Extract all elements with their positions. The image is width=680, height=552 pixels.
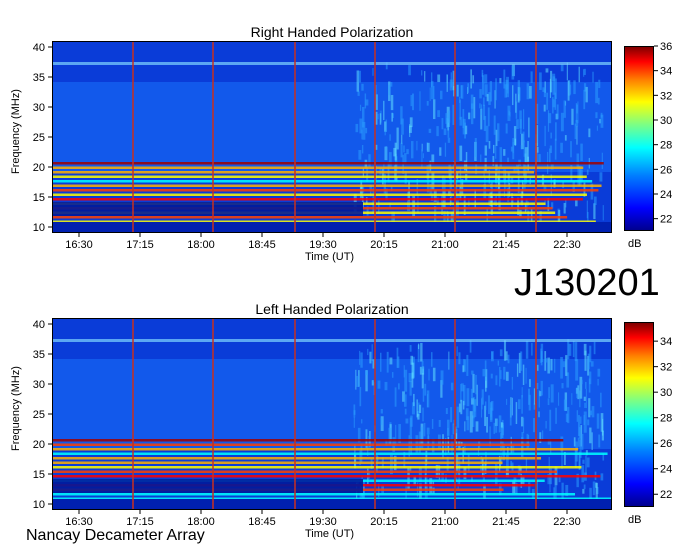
x-tick-label: 21:00 (431, 516, 459, 528)
xlabel-left: Time (UT) (305, 528, 355, 540)
y-tick-label: 20 (33, 439, 45, 451)
colorbar-tick-label: 32 (660, 362, 672, 374)
instrument-name: Nancay Decameter Array (26, 527, 205, 544)
colorbar-left (624, 322, 654, 507)
axes-left: 1015202530354016:30 17:15 18:00 18:45 19:30 2… (33, 319, 673, 528)
x-tick-label: 19:30 (309, 516, 337, 528)
y-tick-label: 25 (33, 409, 45, 421)
x-tick-label: 18:45 (248, 516, 276, 528)
colorbar-tick-label: 26 (660, 438, 672, 450)
colorbar-label-left: dB (628, 514, 642, 526)
colorbar-tick-label: 28 (660, 413, 672, 425)
colorbar-tick-label: 24 (660, 464, 672, 476)
y-tick-label: 10 (33, 499, 45, 511)
colorbar-tick-label: 30 (660, 387, 672, 399)
y-tick-label: 35 (33, 349, 45, 361)
y-tick-label: 15 (33, 469, 45, 481)
colorbar-tick-label: 22 (660, 489, 672, 501)
y-tick-label: 40 (33, 319, 45, 331)
y-tick-label: 30 (33, 379, 45, 391)
colorbar-tick-label: 34 (660, 336, 672, 348)
x-tick-label: 20:15 (370, 516, 398, 528)
x-tick-label: 22:30 (553, 516, 581, 528)
x-tick-label: 21:45 (492, 516, 520, 528)
ylabel-left: Frequency (MHz) (10, 366, 22, 451)
